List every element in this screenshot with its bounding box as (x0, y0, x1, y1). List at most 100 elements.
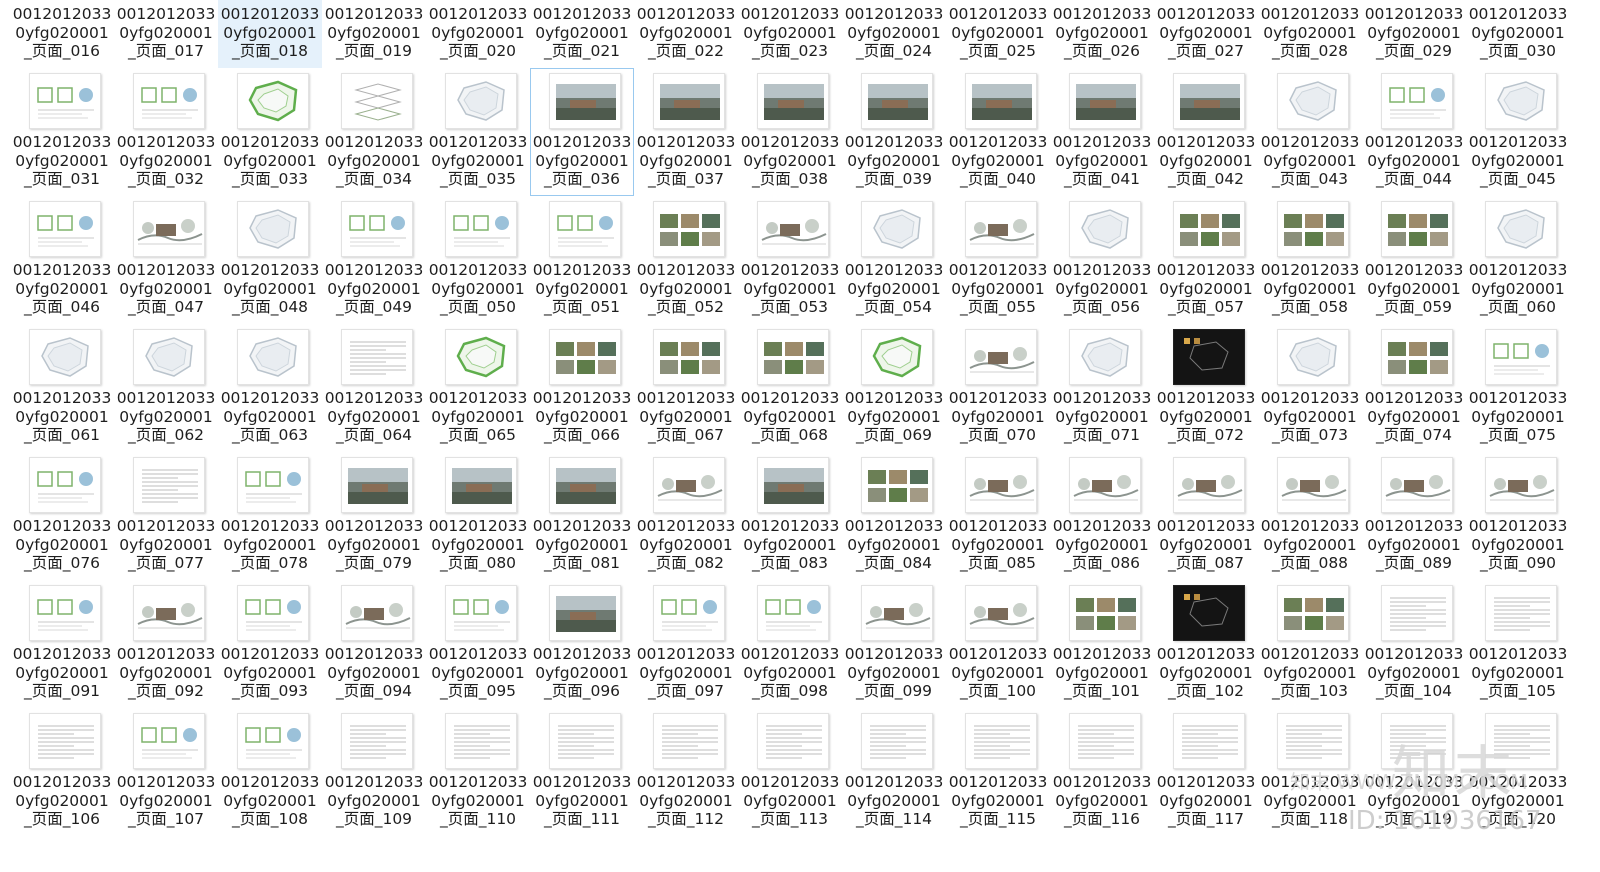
file-name[interactable]: 0012012033 0yfg020001 _页面_026 (1051, 5, 1153, 61)
file-name[interactable]: 0012012033 0yfg020001 _页面_028 (1259, 5, 1361, 61)
file-name[interactable]: 0012012033 0yfg020001 _页面_036 (531, 133, 633, 189)
file-thumbnail[interactable] (1485, 713, 1557, 769)
file-item[interactable]: 0012012033 0yfg020001 _页面_086 (1050, 452, 1154, 580)
file-item[interactable]: 0012012033 0yfg020001 _页面_073 (1258, 324, 1362, 452)
file-name[interactable]: 0012012033 0yfg020001 _页面_116 (1051, 773, 1153, 829)
file-thumbnail[interactable] (549, 713, 621, 769)
file-item[interactable]: 0012012033 0yfg020001 _页面_076 (10, 452, 114, 580)
file-item[interactable]: 0012012033 0yfg020001 _页面_029 (1362, 0, 1466, 68)
file-item[interactable]: 0012012033 0yfg020001 _页面_040 (946, 68, 1050, 196)
file-thumbnail[interactable] (549, 585, 621, 641)
file-item[interactable]: 0012012033 0yfg020001 _页面_022 (634, 0, 738, 68)
file-item[interactable]: 0012012033 0yfg020001 _页面_068 (738, 324, 842, 452)
file-name[interactable]: 0012012033 0yfg020001 _页面_045 (1467, 133, 1569, 189)
file-item[interactable]: 0012012033 0yfg020001 _页面_067 (634, 324, 738, 452)
file-thumbnail[interactable] (29, 73, 101, 129)
file-item[interactable]: 0012012033 0yfg020001 _页面_047 (114, 196, 218, 324)
file-thumbnail[interactable] (1381, 73, 1453, 129)
file-item[interactable]: 0012012033 0yfg020001 _页面_108 (218, 708, 322, 836)
file-thumbnail[interactable] (29, 457, 101, 513)
file-thumbnail[interactable] (133, 329, 205, 385)
file-name[interactable]: 0012012033 0yfg020001 _页面_110 (427, 773, 529, 829)
file-name[interactable]: 0012012033 0yfg020001 _页面_053 (739, 261, 841, 317)
file-item[interactable]: 0012012033 0yfg020001 _页面_044 (1362, 68, 1466, 196)
file-item[interactable]: 0012012033 0yfg020001 _页面_034 (322, 68, 426, 196)
file-thumbnail[interactable] (1173, 713, 1245, 769)
file-item[interactable]: 0012012033 0yfg020001 _页面_091 (10, 580, 114, 708)
file-thumbnail[interactable] (1173, 585, 1245, 641)
file-name[interactable]: 0012012033 0yfg020001 _页面_100 (947, 645, 1049, 701)
file-thumbnail[interactable] (1069, 713, 1141, 769)
file-thumbnail[interactable] (653, 73, 725, 129)
file-item[interactable]: 0012012033 0yfg020001 _页面_094 (322, 580, 426, 708)
file-name[interactable]: 0012012033 0yfg020001 _页面_020 (427, 5, 529, 61)
file-name[interactable]: 0012012033 0yfg020001 _页面_111 (531, 773, 633, 829)
file-thumbnail[interactable] (757, 201, 829, 257)
file-item[interactable]: 0012012033 0yfg020001 _页面_096 (530, 580, 634, 708)
file-name[interactable]: 0012012033 0yfg020001 _页面_076 (11, 517, 113, 573)
file-item[interactable]: 0012012033 0yfg020001 _页面_062 (114, 324, 218, 452)
file-item[interactable]: 0012012033 0yfg020001 _页面_103 (1258, 580, 1362, 708)
file-item[interactable]: 0012012033 0yfg020001 _页面_100 (946, 580, 1050, 708)
file-item[interactable]: 0012012033 0yfg020001 _页面_065 (426, 324, 530, 452)
file-item[interactable]: 0012012033 0yfg020001 _页面_035 (426, 68, 530, 196)
file-thumbnail[interactable] (237, 713, 309, 769)
file-name[interactable]: 0012012033 0yfg020001 _页面_039 (843, 133, 945, 189)
file-item[interactable]: 0012012033 0yfg020001 _页面_101 (1050, 580, 1154, 708)
file-name[interactable]: 0012012033 0yfg020001 _页面_088 (1259, 517, 1361, 573)
file-name[interactable]: 0012012033 0yfg020001 _页面_069 (843, 389, 945, 445)
file-thumbnail[interactable] (133, 457, 205, 513)
file-name[interactable]: 0012012033 0yfg020001 _页面_097 (635, 645, 737, 701)
file-thumbnail[interactable] (1277, 713, 1349, 769)
file-item[interactable]: 0012012033 0yfg020001 _页面_036 (530, 68, 634, 196)
file-name[interactable]: 0012012033 0yfg020001 _页面_043 (1259, 133, 1361, 189)
file-item[interactable]: 0012012033 0yfg020001 _页面_054 (842, 196, 946, 324)
file-name[interactable]: 0012012033 0yfg020001 _页面_027 (1155, 5, 1257, 61)
file-thumbnail[interactable] (549, 329, 621, 385)
file-thumbnail[interactable] (445, 457, 517, 513)
file-name[interactable]: 0012012033 0yfg020001 _页面_033 (219, 133, 321, 189)
file-name[interactable]: 0012012033 0yfg020001 _页面_087 (1155, 517, 1257, 573)
file-item[interactable]: 0012012033 0yfg020001 _页面_097 (634, 580, 738, 708)
file-name[interactable]: 0012012033 0yfg020001 _页面_093 (219, 645, 321, 701)
file-item[interactable]: 0012012033 0yfg020001 _页面_083 (738, 452, 842, 580)
file-thumbnail[interactable] (445, 201, 517, 257)
file-thumbnail[interactable] (653, 585, 725, 641)
file-name[interactable]: 0012012033 0yfg020001 _页面_060 (1467, 261, 1569, 317)
file-name[interactable]: 0012012033 0yfg020001 _页面_030 (1467, 5, 1569, 61)
file-name[interactable]: 0012012033 0yfg020001 _页面_078 (219, 517, 321, 573)
file-name[interactable]: 0012012033 0yfg020001 _页面_066 (531, 389, 633, 445)
file-item[interactable]: 0012012033 0yfg020001 _页面_032 (114, 68, 218, 196)
file-thumbnail[interactable] (965, 585, 1037, 641)
file-item[interactable]: 0012012033 0yfg020001 _页面_089 (1362, 452, 1466, 580)
file-name[interactable]: 0012012033 0yfg020001 _页面_063 (219, 389, 321, 445)
file-thumbnail[interactable] (1277, 329, 1349, 385)
file-item[interactable]: 0012012033 0yfg020001 _页面_018 (218, 0, 322, 68)
file-name[interactable]: 0012012033 0yfg020001 _页面_037 (635, 133, 737, 189)
file-item[interactable]: 0012012033 0yfg020001 _页面_028 (1258, 0, 1362, 68)
file-name[interactable]: 0012012033 0yfg020001 _页面_082 (635, 517, 737, 573)
file-thumbnail[interactable] (237, 457, 309, 513)
file-name[interactable]: 0012012033 0yfg020001 _页面_070 (947, 389, 1049, 445)
file-name[interactable]: 0012012033 0yfg020001 _页面_049 (323, 261, 425, 317)
file-item[interactable]: 0012012033 0yfg020001 _页面_055 (946, 196, 1050, 324)
file-thumbnail[interactable] (965, 201, 1037, 257)
file-item[interactable]: 0012012033 0yfg020001 _页面_041 (1050, 68, 1154, 196)
file-item[interactable]: 0012012033 0yfg020001 _页面_063 (218, 324, 322, 452)
file-item[interactable]: 0012012033 0yfg020001 _页面_085 (946, 452, 1050, 580)
file-name[interactable]: 0012012033 0yfg020001 _页面_114 (843, 773, 945, 829)
file-thumbnail[interactable] (757, 457, 829, 513)
file-item[interactable]: 0012012033 0yfg020001 _页面_052 (634, 196, 738, 324)
file-thumbnail[interactable] (1173, 73, 1245, 129)
file-thumbnail[interactable] (653, 457, 725, 513)
file-item[interactable]: 0012012033 0yfg020001 _页面_056 (1050, 196, 1154, 324)
file-name[interactable]: 0012012033 0yfg020001 _页面_107 (115, 773, 217, 829)
file-name[interactable]: 0012012033 0yfg020001 _页面_090 (1467, 517, 1569, 573)
file-item[interactable]: 0012012033 0yfg020001 _页面_090 (1466, 452, 1570, 580)
file-name[interactable]: 0012012033 0yfg020001 _页面_021 (531, 5, 633, 61)
file-name[interactable]: 0012012033 0yfg020001 _页面_080 (427, 517, 529, 573)
file-name[interactable]: 0012012033 0yfg020001 _页面_017 (115, 5, 217, 61)
file-name[interactable]: 0012012033 0yfg020001 _页面_050 (427, 261, 529, 317)
file-thumbnail[interactable] (237, 201, 309, 257)
file-name[interactable]: 0012012033 0yfg020001 _页面_073 (1259, 389, 1361, 445)
